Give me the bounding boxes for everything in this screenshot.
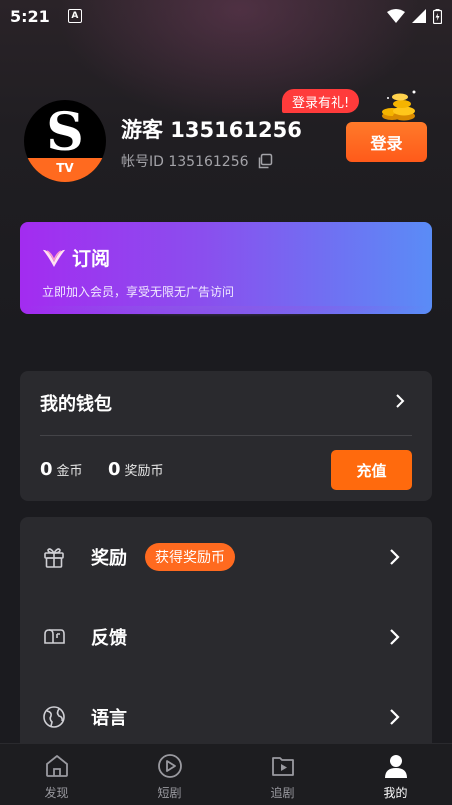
status-time: 5:21 (10, 6, 50, 26)
chevron-right-icon (390, 629, 400, 645)
user-icon (384, 755, 407, 778)
folder-play-icon (271, 757, 294, 776)
menu-item-rewards[interactable]: 奖励 获得奖励币 (20, 527, 432, 587)
wallet-divider (40, 435, 412, 436)
login-promo-bubble: 登录有礼! (282, 89, 360, 113)
play-circle-icon (157, 754, 182, 778)
reward-coins-label: 奖励币 (124, 464, 164, 479)
battery-icon (433, 8, 442, 24)
subscription-description: 立即加入会员，享受无限无广告访问 (42, 285, 235, 299)
recharge-button[interactable]: 充值 (331, 450, 412, 490)
avatar[interactable]: S TV (24, 100, 106, 182)
nav-tab-mine[interactable]: 我的 (339, 744, 452, 805)
nav-tab-short-drama[interactable]: 短剧 (113, 744, 226, 805)
nav-label-discover: 发现 (44, 786, 69, 800)
globe-icon (43, 706, 65, 728)
account-id-row: 帐号ID 135161256 (121, 151, 273, 171)
signal-icon (412, 9, 426, 23)
avatar-badge: TV (24, 158, 106, 182)
nav-label-short-drama: 短剧 (157, 786, 182, 800)
menu-label-rewards: 奖励 (91, 548, 127, 569)
coins-icon (382, 90, 416, 121)
chevron-right-icon[interactable] (394, 393, 406, 409)
subscription-title: 订阅 (72, 248, 111, 270)
bottom-nav: 发现 短剧 追剧 我的 (0, 743, 452, 805)
username: 游客 135161256 (121, 118, 302, 142)
coins-label: 金币 (56, 464, 83, 479)
login-button[interactable]: 登录 (346, 122, 427, 162)
menu-card: 奖励 获得奖励币 反馈 语言 (20, 517, 432, 757)
chevron-right-icon (390, 549, 400, 565)
coins-balance: 0 金币 (40, 459, 83, 480)
reward-badge: 获得奖励币 (145, 543, 235, 571)
notification-icon: A (67, 9, 82, 23)
copy-icon[interactable] (257, 153, 273, 169)
home-icon (45, 755, 68, 777)
menu-label-language: 语言 (91, 708, 127, 729)
nav-label-following: 追剧 (270, 786, 295, 800)
account-id: 帐号ID 135161256 (121, 154, 249, 170)
menu-label-feedback: 反馈 (91, 628, 127, 649)
avatar-logo-letter: S (46, 102, 84, 163)
vip-v-icon (43, 249, 65, 267)
wifi-icon (387, 9, 405, 23)
mailbox-icon (44, 629, 65, 644)
status-indicators (387, 8, 442, 24)
subscription-glow (20, 306, 432, 328)
chevron-right-icon (390, 709, 400, 725)
menu-item-feedback[interactable]: 反馈 (20, 607, 432, 667)
wallet-title[interactable]: 我的钱包 (40, 390, 112, 416)
wallet-card: 我的钱包 0 金币 0 奖励币 充值 (20, 371, 432, 501)
menu-item-language[interactable]: 语言 (20, 687, 432, 747)
nav-tab-following[interactable]: 追剧 (226, 744, 339, 805)
subscription-card[interactable]: 订阅 立即加入会员，享受无限无广告访问 (20, 222, 432, 314)
nav-tab-discover[interactable]: 发现 (0, 744, 113, 805)
subscription-title-row: 订阅 (42, 244, 110, 271)
gift-icon (44, 548, 64, 568)
reward-coins-value: 0 (108, 459, 121, 480)
nav-label-mine: 我的 (383, 786, 408, 800)
status-bar: 5:21 A (0, 0, 452, 32)
avatar-badge-text: TV (56, 161, 74, 175)
coins-value: 0 (40, 459, 53, 480)
reward-coins-balance: 0 奖励币 (108, 459, 164, 480)
